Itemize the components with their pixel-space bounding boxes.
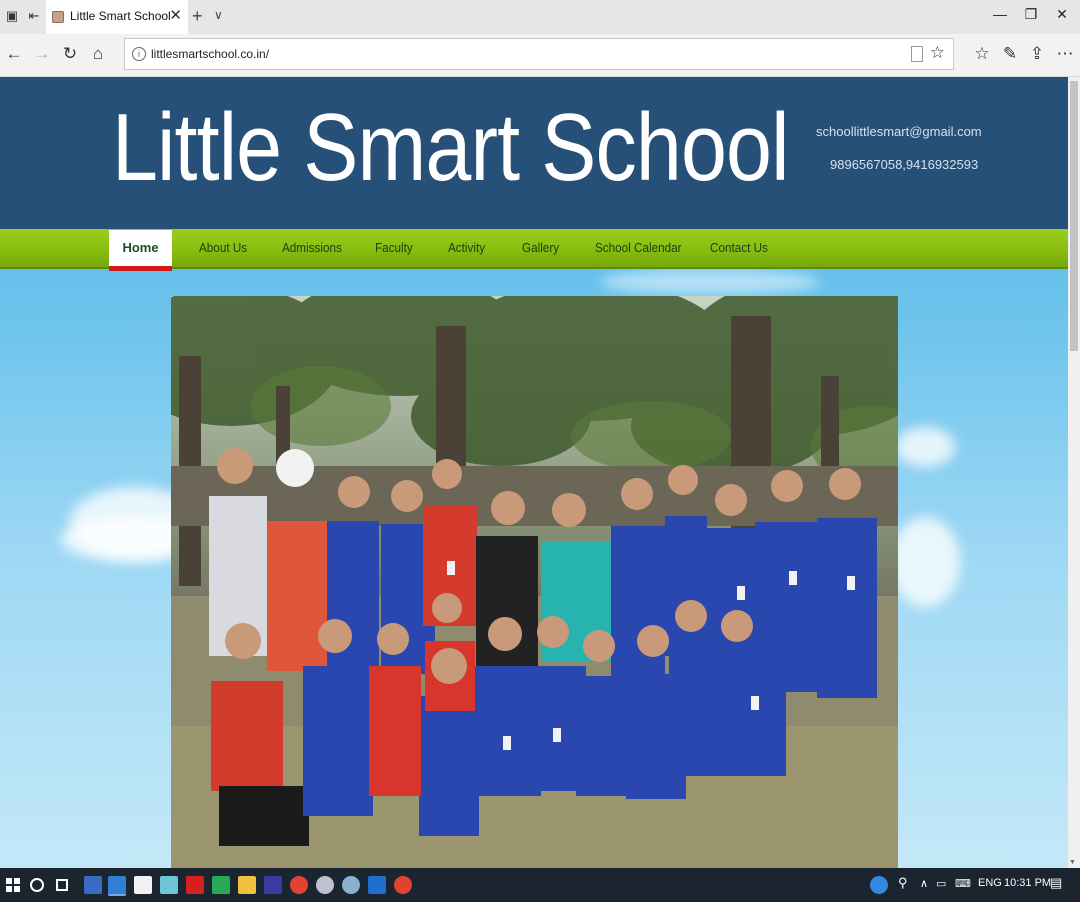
home-icon[interactable]: ⌂: [88, 44, 108, 64]
favorites-hub-icon[interactable]: ☆: [972, 44, 992, 64]
taskbar-app-icon[interactable]: [264, 876, 282, 894]
help-icon[interactable]: [870, 876, 888, 894]
slideshow-photo: [171, 296, 898, 868]
page-viewport: Little Smart School schoollittlesmart@gm…: [0, 77, 1068, 868]
favorite-star-icon[interactable]: ☆: [930, 43, 945, 63]
acrobat-icon[interactable]: [186, 876, 204, 894]
taskbar-app-icon[interactable]: [316, 876, 334, 894]
group-photo-image: [171, 296, 898, 868]
contact-phone: 9896567058,9416932593: [830, 157, 979, 172]
window-close-icon[interactable]: ✕: [1052, 6, 1072, 23]
reading-view-icon[interactable]: [911, 46, 923, 62]
edge-browser-icon[interactable]: [108, 876, 126, 896]
tray-chevron-icon[interactable]: ∧: [920, 877, 928, 890]
browser-tab[interactable]: Little Smart School ✕: [46, 0, 188, 34]
nav-gallery[interactable]: Gallery: [522, 229, 559, 267]
store-icon[interactable]: [134, 876, 152, 894]
windows-taskbar: ⚲ ∧ ▭ ⌨ ENG 10:31 PM ▤: [0, 868, 1080, 902]
nav-admissions[interactable]: Admissions: [282, 229, 342, 267]
share-icon[interactable]: ⇪: [1027, 44, 1047, 64]
clock[interactable]: 10:31 PM: [1004, 877, 1051, 889]
site-info-icon[interactable]: i: [132, 47, 146, 61]
nav-school-calendar[interactable]: School Calendar: [595, 229, 682, 267]
back-icon[interactable]: ←: [4, 44, 24, 64]
task-view-icon[interactable]: [56, 879, 68, 891]
tab-actions-icon[interactable]: ▣: [4, 8, 20, 24]
scroll-down-icon[interactable]: ▼: [1069, 859, 1076, 866]
taskbar-app-icon[interactable]: [342, 876, 360, 894]
nav-home-label: Home: [122, 240, 159, 255]
cloud-decoration: [895, 427, 955, 467]
more-menu-icon[interactable]: ⋯: [1055, 44, 1075, 64]
people-icon[interactable]: ⚲: [898, 875, 908, 891]
chrome-icon[interactable]: [394, 876, 412, 894]
new-tab-icon[interactable]: +: [192, 6, 203, 27]
scrollbar-thumb[interactable]: [1070, 81, 1078, 351]
cloud-decoration: [600, 269, 820, 295]
taskbar-app-icon[interactable]: [368, 876, 386, 894]
site-favicon-icon: [52, 11, 64, 23]
site-title[interactable]: Little Smart School: [112, 93, 789, 203]
close-tab-icon[interactable]: ✕: [169, 7, 182, 25]
contact-email: schoollittlesmart@gmail.com: [816, 124, 982, 139]
start-windows-icon[interactable]: [6, 878, 20, 892]
taskbar-app-icon[interactable]: [212, 876, 230, 894]
chrome-icon[interactable]: [290, 876, 308, 894]
file-explorer-icon[interactable]: [238, 876, 256, 894]
language-indicator[interactable]: ENG: [978, 877, 1002, 889]
nav-home[interactable]: Home: [109, 230, 172, 271]
page-scrollbar[interactable]: ▼: [1068, 77, 1080, 868]
site-header: Little Smart School schoollittlesmart@gm…: [0, 77, 1068, 229]
web-note-icon[interactable]: ✎: [1000, 44, 1020, 64]
nav-contact-us[interactable]: Contact Us: [710, 229, 768, 267]
tab-title: Little Smart School: [70, 9, 171, 23]
forward-icon[interactable]: →: [32, 44, 52, 64]
network-icon[interactable]: ▭: [936, 877, 946, 890]
browser-tab-strip: ▣ ⇤ Little Smart School ✕ + ∨ — ❐ ✕: [0, 0, 1080, 34]
restore-icon[interactable]: ❐: [1021, 6, 1041, 23]
cloud-decoration: [890, 517, 960, 607]
taskbar-app-icon[interactable]: [160, 876, 178, 894]
refresh-icon[interactable]: ↻: [60, 44, 80, 64]
keyboard-icon[interactable]: ⌨: [955, 877, 971, 890]
set-aside-tabs-icon[interactable]: ⇤: [26, 8, 42, 24]
minimize-icon[interactable]: —: [990, 6, 1010, 22]
action-center-icon[interactable]: ▤: [1050, 875, 1062, 891]
address-bar[interactable]: i littlesmartschool.co.in/ ☆: [124, 38, 954, 70]
taskbar-app-icon[interactable]: [84, 876, 102, 894]
nav-faculty[interactable]: Faculty: [375, 229, 413, 267]
url-text[interactable]: littlesmartschool.co.in/: [151, 47, 269, 61]
cortana-search-icon[interactable]: [30, 878, 44, 892]
nav-activity[interactable]: Activity: [448, 229, 485, 267]
tab-list-chevron-icon[interactable]: ∨: [214, 8, 223, 22]
address-toolbar: ← → ↻ ⌂ i littlesmartschool.co.in/ ☆ ☆ ✎…: [0, 34, 1080, 77]
nav-about-us[interactable]: About Us: [199, 229, 247, 267]
